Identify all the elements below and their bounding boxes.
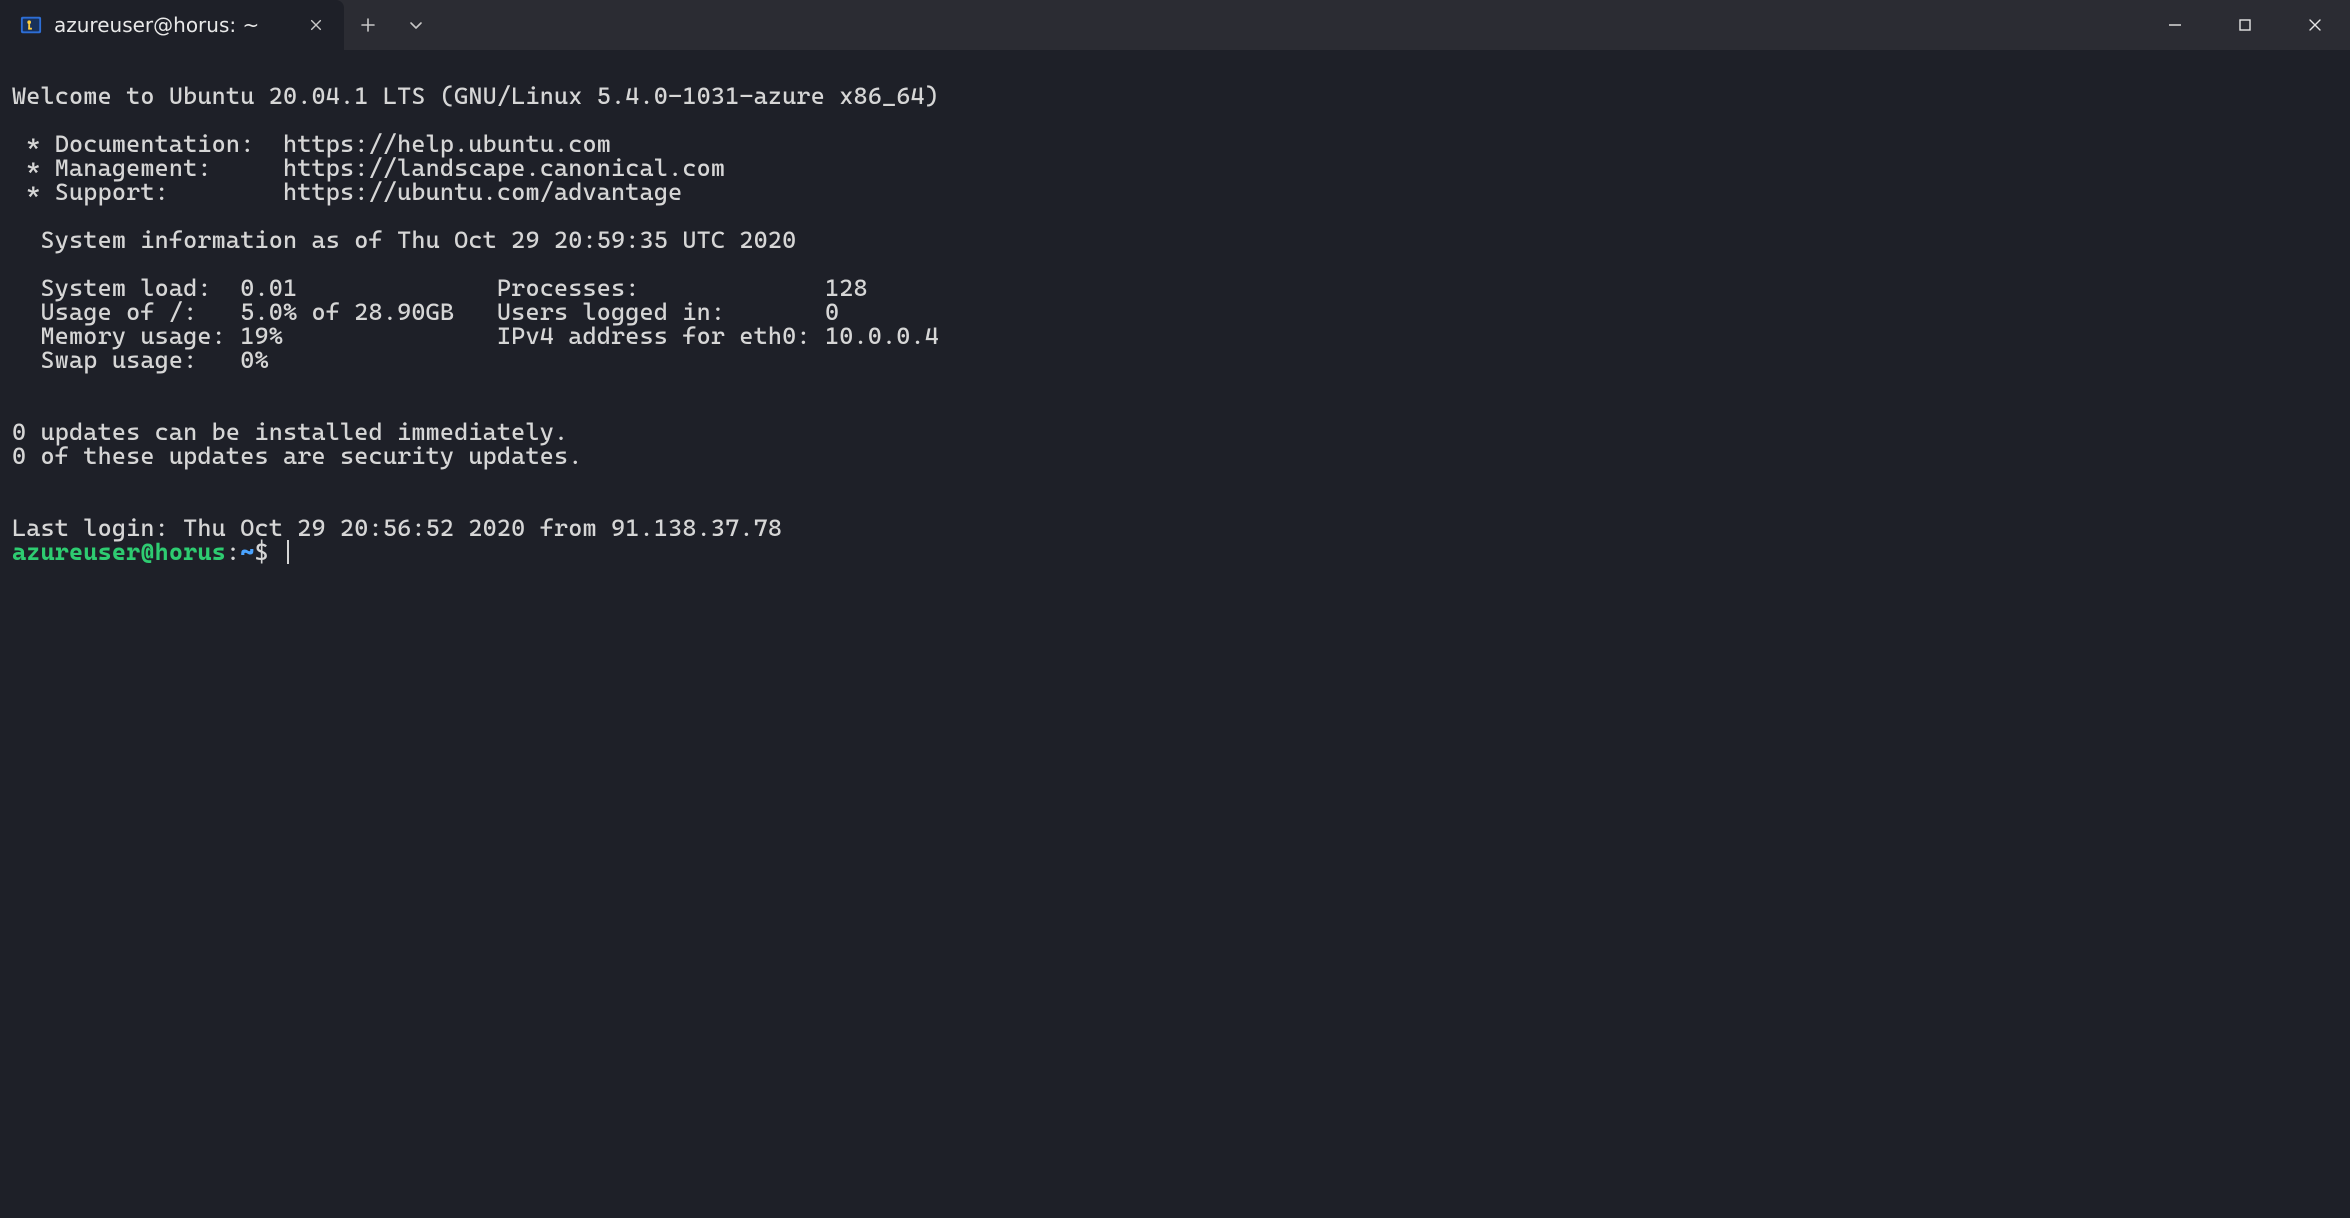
motd-sup-label: * Support: — [12, 178, 283, 206]
ssh-profile-icon — [20, 14, 42, 36]
maximize-icon — [2237, 17, 2253, 33]
motd-sup-url: https://ubuntu.com/advantage — [283, 178, 682, 206]
terminal-cursor — [287, 540, 289, 564]
chevron-down-icon — [408, 17, 424, 33]
prompt-path: ~ — [240, 538, 254, 566]
new-tab-button[interactable] — [344, 0, 392, 50]
titlebar: azureuser@horus: ~ — [0, 0, 2350, 50]
minimize-button[interactable] — [2140, 0, 2210, 50]
tab-close-button[interactable] — [302, 11, 330, 39]
close-icon — [2307, 17, 2323, 33]
motd-welcome: Welcome to Ubuntu 20.04.1 LTS (GNU/Linux… — [12, 82, 939, 110]
prompt-colon: : — [226, 538, 240, 566]
tab-title: azureuser@horus: ~ — [54, 13, 290, 37]
plus-icon — [360, 17, 376, 33]
prompt-symbol: $ — [254, 538, 283, 566]
motd-sysinfo-row4: Swap usage: 0% — [12, 346, 269, 374]
terminal-tab[interactable]: azureuser@horus: ~ — [0, 0, 344, 50]
maximize-button[interactable] — [2210, 0, 2280, 50]
terminal-viewport[interactable]: Welcome to Ubuntu 20.04.1 LTS (GNU/Linux… — [0, 50, 2350, 574]
window-close-button[interactable] — [2280, 0, 2350, 50]
prompt-user-host: azureuser@horus — [12, 538, 226, 566]
minimize-icon — [2167, 17, 2183, 33]
window-controls — [2140, 0, 2350, 50]
motd-updates-line2: 0 of these updates are security updates. — [12, 442, 583, 470]
close-icon — [309, 18, 323, 32]
motd-sysinfo-header: System information as of Thu Oct 29 20:5… — [12, 226, 796, 254]
tab-dropdown-button[interactable] — [392, 0, 440, 50]
titlebar-rest — [344, 0, 2350, 50]
